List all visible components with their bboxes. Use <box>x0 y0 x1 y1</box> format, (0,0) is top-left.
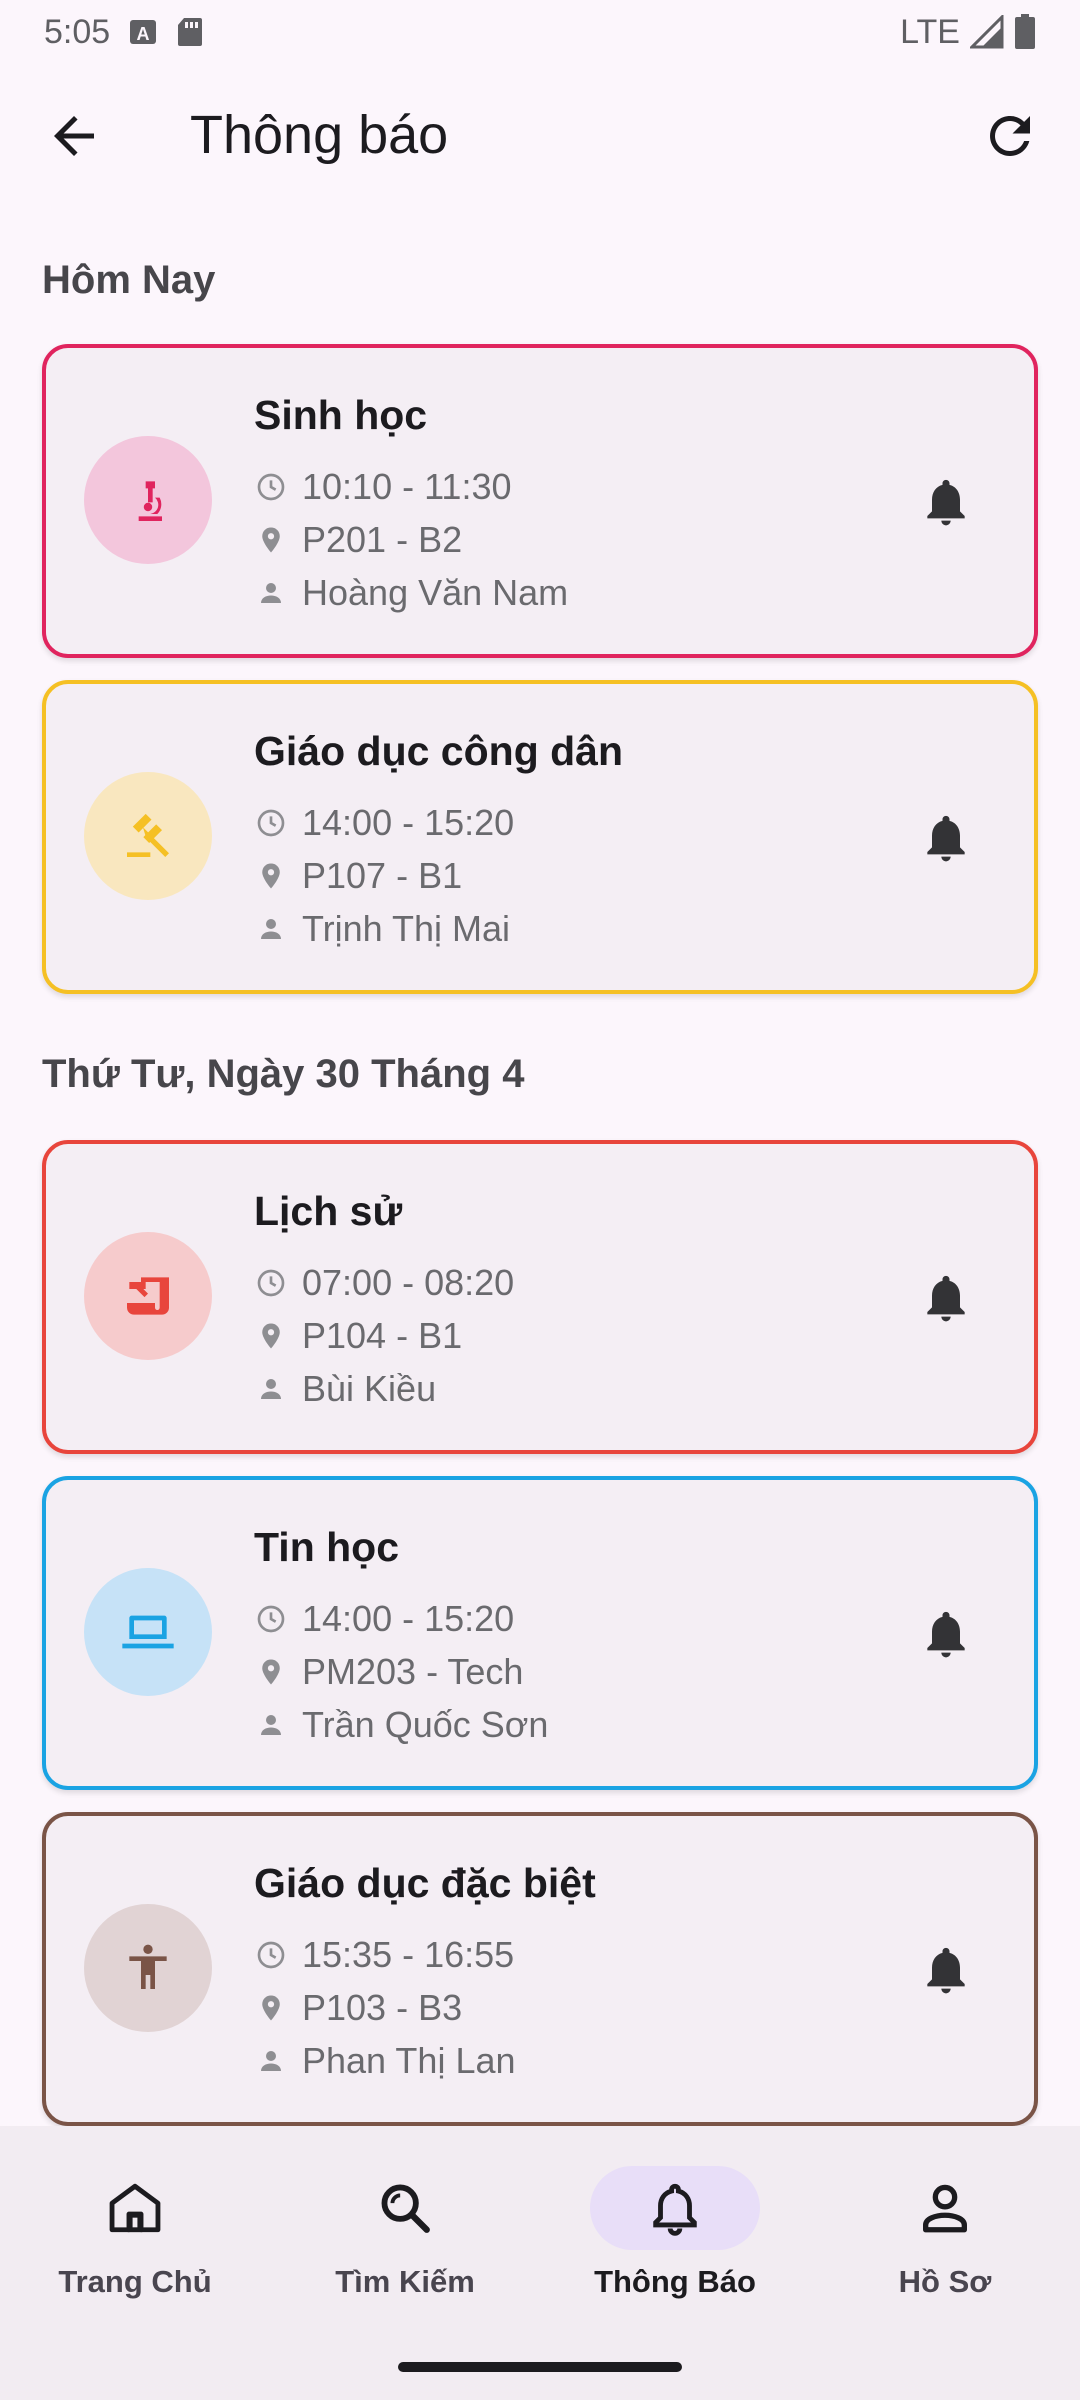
nav-item-profile[interactable]: Hồ Sơ <box>810 2126 1080 2400</box>
person-icon <box>261 583 281 603</box>
person-icon <box>261 1715 281 1735</box>
nav-label: Tìm Kiếm <box>335 2264 475 2299</box>
class-time: 14:00 - 15:20 <box>302 802 515 843</box>
subject-name: Giáo dục công dân <box>254 728 624 774</box>
home-icon <box>109 2183 161 2233</box>
page-title: Thông báo <box>190 105 449 165</box>
person-icon <box>261 1379 281 1399</box>
time-row: 14:00 - 15:20 <box>254 1598 514 1640</box>
clock-icon <box>257 1605 285 1633</box>
class-time: 14:00 - 15:20 <box>302 1598 515 1639</box>
location-pin-icon <box>262 527 280 553</box>
class-room: P103 - B3 <box>302 1987 463 2028</box>
teacher-row: Trịnh Thị Mai <box>254 908 510 950</box>
subject-icon-badge <box>84 772 212 900</box>
refresh-icon[interactable] <box>980 106 1040 166</box>
teacher-name: Trần Quốc Sơn <box>302 1704 549 1745</box>
room-row: PM203 - Tech <box>254 1651 523 1693</box>
class-notification-card[interactable]: Tin học 14:00 - 15:20 PM203 - Tech Trần … <box>42 1476 1038 1790</box>
teacher-name: Bùi Kiều <box>302 1368 437 1409</box>
class-notification-card[interactable]: Giáo dục đặc biệt 15:35 - 16:55 P103 - B… <box>42 1812 1038 2126</box>
class-time: 15:35 - 16:55 <box>302 1934 515 1975</box>
battery-icon <box>1015 14 1035 49</box>
subject-icon-badge <box>84 1904 212 2032</box>
class-notification-card[interactable]: Lịch sử 07:00 - 08:20 P104 - B1 Bùi Kiều <box>42 1140 1038 1454</box>
gavel-icon <box>127 813 169 857</box>
room-row: P107 - B1 <box>254 855 462 897</box>
nav-item-search[interactable]: Tìm Kiếm <box>270 2126 540 2400</box>
bell-icon[interactable] <box>918 1604 974 1664</box>
accessibility-icon <box>129 1944 167 1989</box>
class-room: P107 - B1 <box>302 855 463 896</box>
person-icon <box>923 2184 967 2233</box>
nav-item-home[interactable]: Trang Chủ <box>0 2126 270 2400</box>
search-icon <box>381 2184 430 2233</box>
person-icon <box>261 2051 281 2071</box>
location-pin-icon <box>262 863 280 889</box>
font-notification-icon: A <box>130 20 157 44</box>
time-row: 07:00 - 08:20 <box>254 1262 514 1304</box>
class-notification-card[interactable]: Sinh học 10:10 - 11:30 P201 - B2 Hoàng V… <box>42 344 1038 658</box>
location-pin-icon <box>262 1323 280 1349</box>
teacher-row: Hoàng Văn Nam <box>254 572 568 614</box>
microscope-icon <box>138 481 162 521</box>
clock-icon <box>257 1269 285 1297</box>
arrow-back-icon[interactable] <box>44 106 104 166</box>
class-time: 10:10 - 11:30 <box>302 466 512 507</box>
room-row: P104 - B1 <box>254 1315 462 1357</box>
laptop-icon <box>122 1615 174 1649</box>
sd-card-icon <box>178 18 203 46</box>
time-row: 14:00 - 15:20 <box>254 802 514 844</box>
class-room: P104 - B1 <box>302 1315 463 1356</box>
bottom-navigation: Trang Chủ Tìm Kiếm Thông Báo Hồ Sơ <box>0 2126 1080 2400</box>
location-pin-icon <box>262 1995 280 2021</box>
network-type: LTE <box>900 12 960 51</box>
home-indicator[interactable] <box>398 2362 682 2372</box>
subject-icon-badge <box>84 1568 212 1696</box>
person-icon <box>261 919 281 939</box>
bell-icon[interactable] <box>918 472 974 532</box>
time-row: 15:35 - 16:55 <box>254 1934 514 1976</box>
history-edu-icon <box>127 1277 169 1315</box>
subject-name: Tin học <box>254 1524 400 1570</box>
teacher-row: Phan Thị Lan <box>254 2040 516 2082</box>
nav-label: Hồ Sơ <box>898 2264 992 2299</box>
section-header-today: Hôm Nay <box>42 258 216 302</box>
class-room: P201 - B2 <box>302 519 463 560</box>
subject-name: Sinh học <box>254 392 428 438</box>
teacher-row: Bùi Kiều <box>254 1368 436 1410</box>
nav-item-notifications[interactable]: Thông Báo <box>540 2126 810 2400</box>
clock-icon <box>257 473 285 501</box>
section-header-wednesday: Thứ Tư, Ngày 30 Tháng 4 <box>42 1052 525 1096</box>
nav-label: Trang Chủ <box>58 2264 212 2299</box>
teacher-row: Trần Quốc Sơn <box>254 1704 548 1746</box>
bell-icon[interactable] <box>918 1940 974 2000</box>
bell-icon <box>653 2183 697 2236</box>
class-room: PM203 - Tech <box>302 1651 524 1692</box>
room-row: P201 - B2 <box>254 519 462 561</box>
bell-icon[interactable] <box>918 808 974 868</box>
teacher-name: Phan Thị Lan <box>302 2040 516 2081</box>
signal-icon <box>970 15 1004 49</box>
clock-icon <box>257 1941 285 1969</box>
room-row: P103 - B3 <box>254 1987 462 2029</box>
teacher-name: Hoàng Văn Nam <box>302 572 569 613</box>
svg-text:A: A <box>137 24 150 44</box>
class-time: 07:00 - 08:20 <box>302 1262 515 1303</box>
app-bar: Thông báo <box>0 76 1080 196</box>
time-row: 10:10 - 11:30 <box>254 466 512 508</box>
status-bar: 5:05 A LTE <box>0 0 1080 64</box>
clock-icon <box>257 809 285 837</box>
location-pin-icon <box>262 1659 280 1685</box>
teacher-name: Trịnh Thị Mai <box>302 908 511 949</box>
subject-name: Giáo dục đặc biệt <box>254 1860 596 1906</box>
bell-icon[interactable] <box>918 1268 974 1328</box>
subject-icon-badge <box>84 1232 212 1360</box>
class-notification-card[interactable]: Giáo dục công dân 14:00 - 15:20 P107 - B… <box>42 680 1038 994</box>
nav-label: Thông Báo <box>594 2264 756 2299</box>
status-time: 5:05 <box>44 12 111 51</box>
subject-icon-badge <box>84 436 212 564</box>
subject-name: Lịch sử <box>254 1188 403 1234</box>
